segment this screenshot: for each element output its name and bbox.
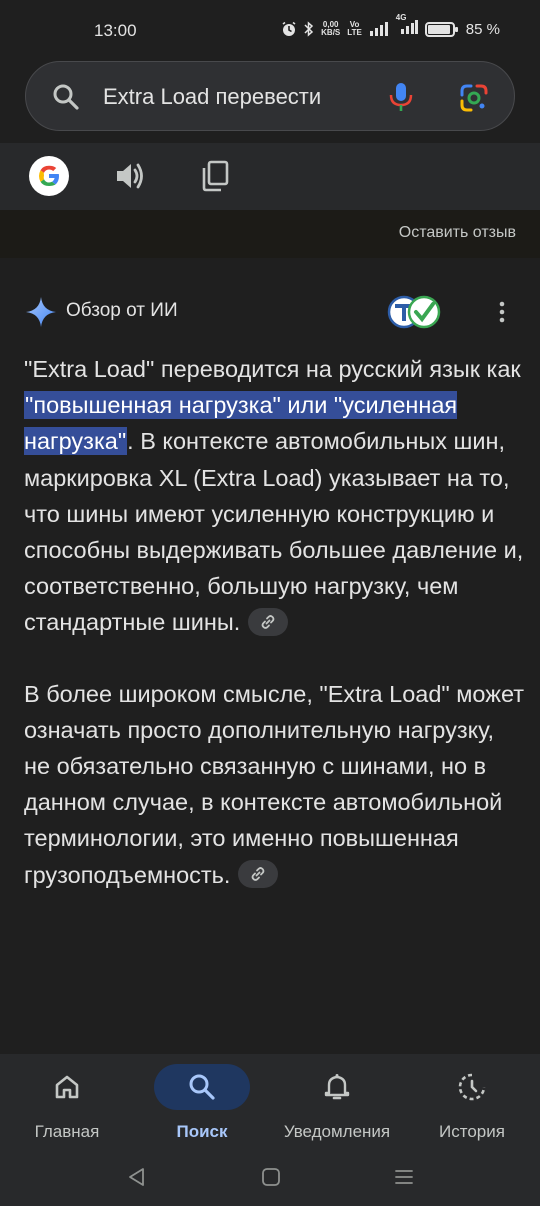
- copy-button[interactable]: [193, 154, 237, 198]
- system-navigation-bar: [0, 1152, 540, 1206]
- recents-lines-icon: [395, 1170, 413, 1184]
- translate-tools-row: [0, 143, 540, 210]
- search-icon[interactable]: [52, 83, 80, 111]
- feedback-row: Оставить отзыв: [0, 210, 540, 258]
- battery-icon: [424, 21, 458, 37]
- search-bar[interactable]: Extra Load перевести: [25, 61, 515, 131]
- ai-paragraph-1: "Extra Load" переводится на русский язык…: [24, 356, 524, 637]
- bell-icon: [324, 1074, 350, 1100]
- listen-button[interactable]: [109, 154, 153, 198]
- signal-icon-2: [400, 20, 418, 34]
- copy-icon: [202, 160, 229, 192]
- link-icon: [261, 615, 275, 630]
- ai-overview-body: "Extra Load" переводится на русский язык…: [24, 351, 524, 928]
- nav-notifications[interactable]: Уведомления: [279, 1054, 395, 1152]
- status-icons: 0,00 KB/S Vo LTE 4G 85 %: [281, 14, 500, 38]
- google-lens-icon[interactable]: [459, 83, 489, 113]
- search-icon: [189, 1074, 215, 1100]
- source-link-chip-2[interactable]: [238, 860, 279, 889]
- status-time: 13:00: [94, 21, 137, 40]
- system-back-button[interactable]: [122, 1162, 152, 1192]
- nav-history[interactable]: История: [424, 1054, 520, 1152]
- network-speed: 0,00 KB/S: [321, 20, 341, 37]
- home-square-icon: [262, 1168, 280, 1186]
- nav-search-label: Поиск: [176, 1122, 228, 1141]
- history-icon: [458, 1073, 486, 1101]
- ai-paragraph-2: В более широком смысле, "Extra Load" мож…: [24, 680, 525, 889]
- ai-overview-title: Обзор от ИИ: [66, 300, 178, 321]
- google-logo-icon: [29, 156, 69, 196]
- search-input[interactable]: Extra Load перевести: [103, 84, 321, 110]
- nav-history-label: История: [439, 1122, 505, 1141]
- status-bar: 13:00 0,00 KB/S Vo LTE 4G 85 %: [0, 0, 540, 60]
- alarm-icon: [282, 21, 296, 36]
- nav-search[interactable]: Поиск: [154, 1054, 250, 1152]
- system-home-button[interactable]: [256, 1162, 286, 1192]
- system-recents-button[interactable]: [389, 1162, 419, 1192]
- google-logo-button[interactable]: [27, 154, 71, 198]
- lte-signal: 4G: [396, 14, 418, 38]
- ai-overview-header: Обзор от ИИ: [0, 288, 540, 334]
- microphone-icon[interactable]: [388, 82, 414, 112]
- sparkle-icon: [26, 297, 56, 327]
- source-link-chip[interactable]: [248, 608, 289, 637]
- volte-indicator: Vo LTE: [347, 20, 362, 37]
- home-icon: [55, 1075, 79, 1099]
- bottom-navigation: Главная Поиск Уведомления История: [0, 1054, 540, 1152]
- speaker-icon: [117, 163, 143, 189]
- link-icon: [252, 867, 265, 882]
- battery-level: 85 %: [465, 20, 500, 38]
- site-logo-icon[interactable]: [386, 294, 442, 330]
- signal-icon: [369, 22, 388, 36]
- back-triangle-icon: [129, 1168, 144, 1186]
- nav-notifications-label: Уведомления: [283, 1122, 391, 1141]
- more-options-icon[interactable]: [492, 300, 512, 324]
- bluetooth-icon: [304, 21, 314, 37]
- feedback-link[interactable]: Оставить отзыв: [399, 224, 516, 242]
- nav-home[interactable]: Главная: [19, 1054, 115, 1152]
- nav-home-label: Главная: [34, 1122, 100, 1141]
